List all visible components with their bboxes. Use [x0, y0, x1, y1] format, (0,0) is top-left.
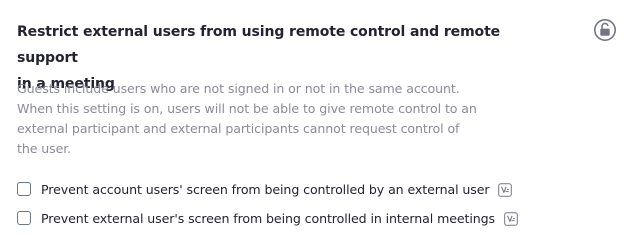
option-label: Prevent account users' screen from being…: [41, 181, 490, 197]
option-prevent-external-user-controlled[interactable]: Prevent external user's screen from bein…: [17, 207, 518, 229]
description-line: Guests include users who are not signed …: [17, 81, 460, 96]
setting-title-line-1: Restrict external users from using remot…: [17, 24, 501, 66]
lock-toggle-button[interactable]: [593, 18, 617, 42]
description-line: the user.: [17, 141, 72, 156]
option-label: Prevent external user's screen from bein…: [41, 210, 496, 226]
checkbox-prevent-account-users-controlled[interactable]: [17, 182, 31, 196]
option-prevent-account-users-controlled[interactable]: Prevent account users' screen from being…: [17, 178, 513, 200]
version-info-icon[interactable]: [498, 182, 513, 197]
version-info-icon[interactable]: [504, 211, 518, 226]
description-line: external participant and external partic…: [17, 121, 460, 136]
setting-description: Guests include users who are not signed …: [17, 79, 557, 159]
checkbox-prevent-external-user-controlled[interactable]: [17, 211, 31, 225]
remote-control-setting: Restrict external users from using remot…: [0, 0, 635, 245]
description-line: When this setting is on, users will not …: [17, 101, 477, 116]
unlocked-padlock-icon: [594, 19, 616, 41]
